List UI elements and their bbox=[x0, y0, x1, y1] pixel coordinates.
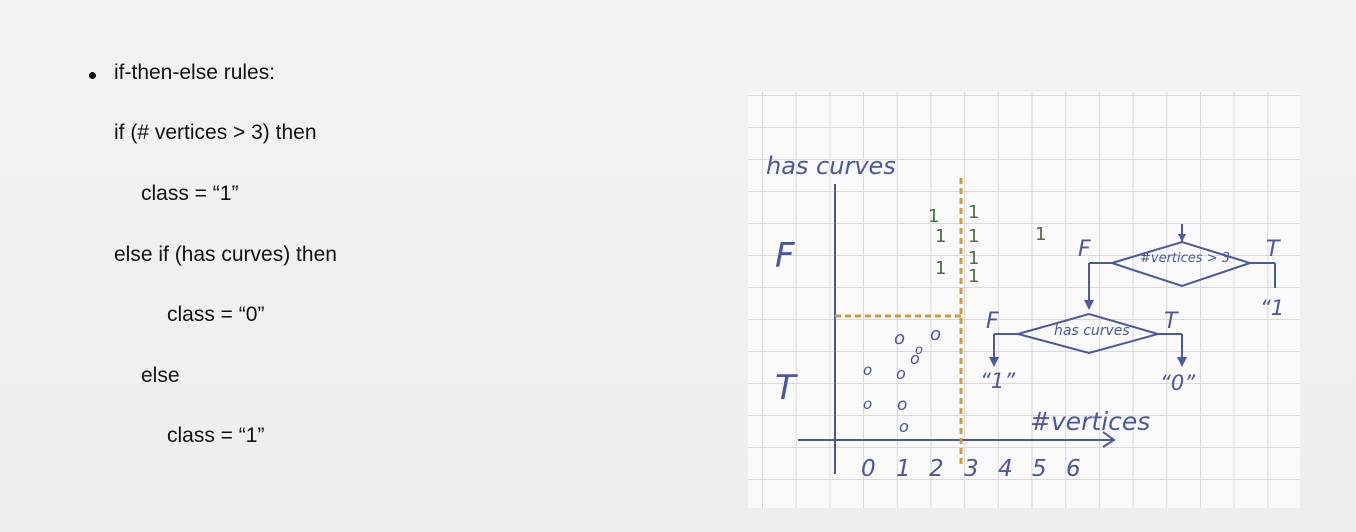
root-true-label: T bbox=[1266, 237, 1281, 262]
rule-line-if: if (# vertices > 3) then bbox=[114, 121, 317, 144]
root-true-leaf: “1 bbox=[1260, 296, 1284, 320]
point-one-4: 1 bbox=[968, 202, 979, 223]
x-tick-1: 1 bbox=[896, 456, 911, 482]
y-tick-false: F bbox=[775, 236, 795, 276]
x-tick-6: 6 bbox=[1066, 456, 1081, 482]
child-false-leaf: “1” bbox=[980, 369, 1016, 393]
point-zero-8: o bbox=[899, 417, 909, 436]
rule-line-else: else bbox=[141, 364, 180, 387]
child-false-label: F bbox=[986, 309, 999, 334]
point-one-7: 1 bbox=[968, 266, 979, 287]
point-one-3: 1 bbox=[935, 258, 946, 279]
point-zero-1: o bbox=[894, 328, 905, 349]
rule-line-else-if: else if (has curves) then bbox=[114, 243, 337, 266]
child-true-arrow-icon bbox=[1177, 357, 1187, 367]
decision-sketch: has curves #vertices F T 0 1 2 3 4 5 6 1… bbox=[748, 92, 1300, 508]
child-diamond-label: has curves bbox=[1054, 323, 1130, 339]
x-tick-3: 3 bbox=[964, 456, 979, 482]
rules-heading: if-then-else rules: bbox=[114, 61, 276, 84]
point-one-2: 1 bbox=[935, 226, 946, 247]
x-tick-4: 4 bbox=[998, 456, 1013, 482]
child-true-label: T bbox=[1164, 309, 1179, 334]
point-one-5: 1 bbox=[968, 226, 979, 247]
point-zero-9: o bbox=[915, 343, 923, 358]
y-tick-true: T bbox=[775, 368, 798, 408]
root-diamond-label: #vertices > 3 bbox=[1140, 251, 1230, 266]
root-false-arrow-icon bbox=[1084, 300, 1094, 310]
rule-line-class-1-final: class = “1” bbox=[167, 424, 265, 447]
x-axis-label: #vertices bbox=[1030, 407, 1150, 436]
rules-panel: if-then-else rules: if (# vertices > 3) … bbox=[0, 0, 700, 532]
point-zero-4: o bbox=[896, 364, 906, 383]
x-tick-2: 2 bbox=[929, 456, 944, 482]
sketch-svg: has curves #vertices F T 0 1 2 3 4 5 6 1… bbox=[766, 152, 1284, 482]
point-one-right: 1 bbox=[1035, 224, 1046, 245]
x-tick-0: 0 bbox=[861, 456, 876, 482]
rule-line-class-1: class = “1” bbox=[141, 182, 239, 205]
point-zero-7: o bbox=[897, 395, 907, 415]
point-one-1: 1 bbox=[928, 206, 939, 227]
point-zero-2: o bbox=[930, 324, 941, 345]
root-false-label: F bbox=[1078, 237, 1091, 262]
root-entry-arrow-icon bbox=[1178, 234, 1186, 242]
x-tick-5: 5 bbox=[1032, 456, 1047, 482]
bullet-icon bbox=[89, 72, 96, 79]
rule-line-class-0: class = “0” bbox=[167, 303, 265, 326]
child-false-arrow-icon bbox=[989, 357, 999, 367]
y-axis-label: has curves bbox=[766, 152, 896, 180]
child-true-leaf: “0” bbox=[1160, 371, 1196, 395]
point-zero-5: o bbox=[863, 361, 872, 379]
point-zero-6: o bbox=[863, 395, 872, 413]
slide: if-then-else rules: if (# vertices > 3) … bbox=[0, 0, 1356, 532]
